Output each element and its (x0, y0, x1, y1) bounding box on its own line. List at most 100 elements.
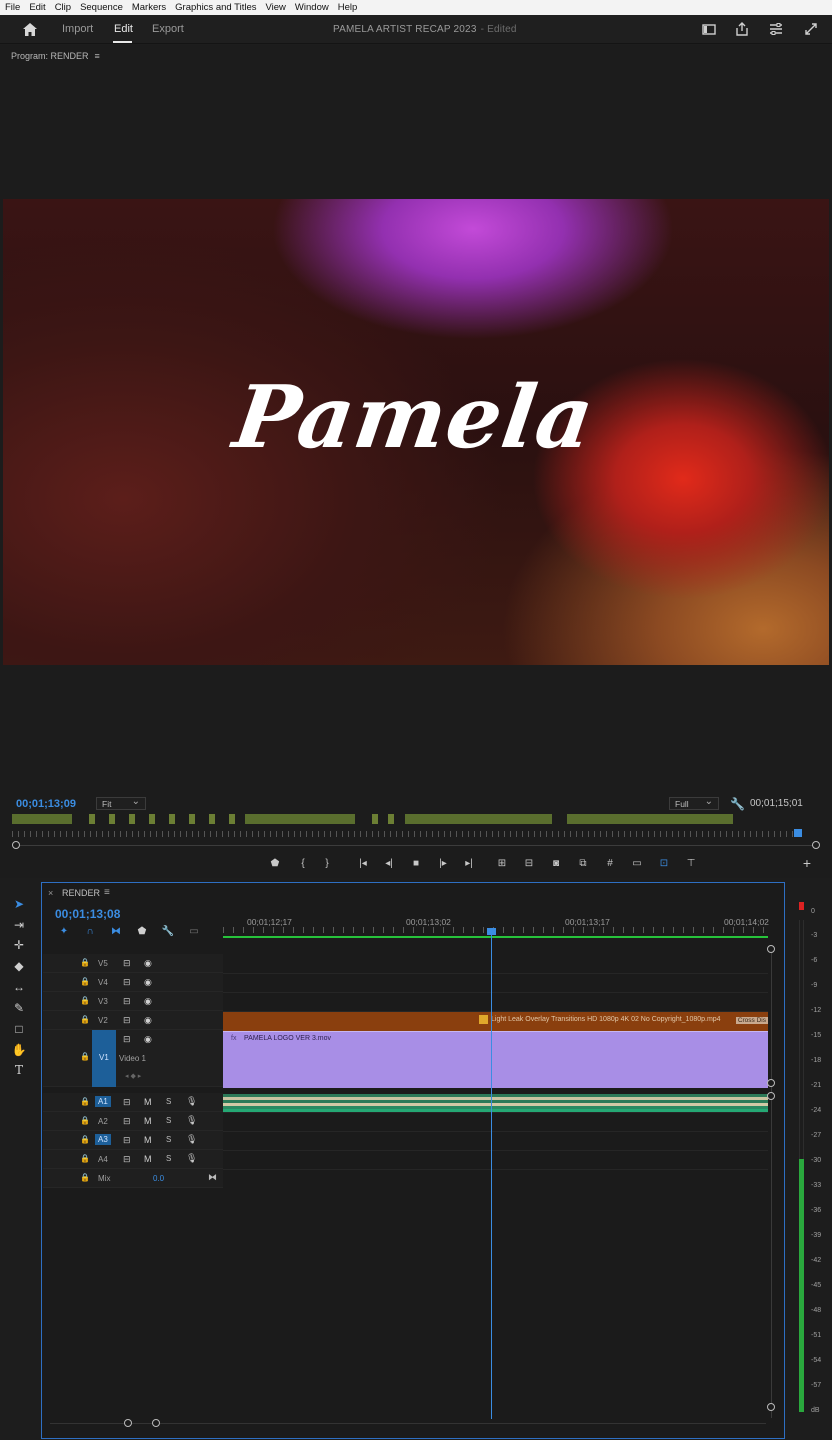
linked-selection-icon[interactable]: ⧓ (110, 925, 122, 937)
mute-button[interactable]: M (144, 1135, 152, 1145)
lock-icon[interactable]: 🔒 (80, 1116, 90, 1125)
lock-icon[interactable]: 🔒 (80, 1173, 90, 1182)
solo-button[interactable]: S (166, 1097, 171, 1106)
menu-window[interactable]: Window (295, 2, 329, 13)
sync-lock-icon[interactable]: ⊟ (123, 958, 131, 969)
solo-button[interactable]: S (166, 1116, 171, 1125)
mix-value[interactable]: 0.0 (153, 1174, 164, 1183)
mark-out-icon[interactable]: } (319, 856, 335, 870)
insert-icon[interactable]: ⊞ (494, 856, 510, 870)
track-header-a2[interactable]: 🔒 A2 ⊟ M S 🎙 (43, 1112, 223, 1131)
stop-icon[interactable]: ■ (408, 856, 424, 870)
sequence-tab[interactable]: RENDER (62, 888, 100, 898)
marker-range[interactable] (245, 814, 355, 824)
fullscreen-icon[interactable] (803, 22, 819, 36)
marker-range[interactable] (12, 814, 72, 824)
timeline-clip-area[interactable]: Light Leak Overlay Transitions HD 1080p … (223, 954, 768, 1394)
lock-icon[interactable]: 🔒 (80, 958, 90, 967)
transition-cross-dissolve[interactable]: Cross Dis (735, 1017, 768, 1024)
marker[interactable] (372, 814, 378, 824)
clip-indicator[interactable] (799, 902, 804, 910)
slip-tool-icon[interactable]: ↔ (11, 979, 27, 995)
solo-button[interactable]: S (166, 1135, 171, 1144)
eye-icon[interactable]: ◉ (144, 1015, 152, 1026)
monitor-playhead[interactable] (794, 829, 802, 837)
marker[interactable] (109, 814, 115, 824)
sync-lock-icon[interactable]: ⊟ (123, 1034, 131, 1045)
track-header-mix[interactable]: 🔒 Mix 0.0 ⧓ (43, 1169, 223, 1188)
sync-lock-icon[interactable]: ⊟ (123, 1015, 131, 1026)
ripple-edit-tool-icon[interactable]: ✛ (11, 937, 27, 953)
sync-lock-icon[interactable]: ⊟ (123, 996, 131, 1007)
step-back-icon[interactable]: ◂| (381, 856, 397, 870)
hscroll-handle[interactable] (124, 1419, 132, 1427)
work-area-bar[interactable] (223, 936, 768, 938)
safe-margins-icon[interactable]: # (602, 856, 618, 870)
clip-pamela-logo[interactable]: fx PAMELA LOGO VER 3.mov (223, 1031, 768, 1088)
panel-icon[interactable] (701, 22, 717, 36)
hscroll-handle[interactable] (152, 1419, 160, 1427)
marker[interactable] (149, 814, 155, 824)
lock-icon[interactable]: 🔒 (80, 1015, 90, 1024)
wrench-icon[interactable]: 🔧 (730, 797, 745, 811)
proxy-icon[interactable]: ⊡ (656, 856, 672, 870)
scroll-handle-left[interactable] (12, 841, 20, 849)
lock-icon[interactable]: 🔒 (80, 1097, 90, 1106)
marker[interactable] (209, 814, 215, 824)
type-tool-icon[interactable]: T (11, 1062, 27, 1078)
step-forward-icon[interactable]: |▸ (435, 856, 451, 870)
home-icon[interactable] (22, 22, 38, 37)
menu-edit[interactable]: Edit (29, 2, 45, 13)
clip-audio-a1[interactable] (223, 1094, 768, 1112)
marker[interactable] (89, 814, 95, 824)
menu-graphics-and-titles[interactable]: Graphics and Titles (175, 2, 256, 13)
add-button[interactable]: + (799, 855, 815, 871)
lock-icon[interactable]: 🔒 (80, 977, 90, 986)
program-panel-title[interactable]: Program: RENDER ≡ (11, 51, 100, 61)
add-marker-icon[interactable]: ⬟ (136, 925, 148, 937)
eye-icon[interactable]: ◉ (144, 958, 152, 969)
overwrite-icon[interactable]: ⊟ (521, 856, 537, 870)
menu-view[interactable]: View (266, 2, 286, 13)
sync-lock-icon[interactable]: ⊟ (123, 977, 131, 988)
track-select-tool-icon[interactable]: ⇥ (11, 917, 27, 933)
menu-file[interactable]: File (5, 2, 20, 13)
eye-icon[interactable]: ◉ (144, 1034, 152, 1045)
track-header-a1[interactable]: 🔒 A1 ⊟ M S 🎙 (43, 1093, 223, 1112)
timeline-playhead[interactable] (491, 933, 492, 1419)
razor-tool-icon[interactable]: ◆ (11, 958, 27, 974)
sync-lock-icon[interactable]: ⊟ (123, 1097, 131, 1108)
panel-menu-icon[interactable]: ≡ (95, 51, 100, 61)
solo-button[interactable]: S (166, 1154, 171, 1163)
track-header-v5[interactable]: 🔒 V5 ⊟ ◉ (43, 954, 223, 973)
menu-sequence[interactable]: Sequence (80, 2, 123, 13)
marker[interactable] (189, 814, 195, 824)
lock-icon[interactable]: 🔒 (80, 1135, 90, 1144)
microphone-icon[interactable]: 🎙 (186, 1134, 197, 1145)
mute-button[interactable]: M (144, 1154, 152, 1164)
pen-tool-icon[interactable]: ✎ (11, 1000, 27, 1016)
zoom-select[interactable]: Fit (96, 796, 146, 810)
marker[interactable] (169, 814, 175, 824)
microphone-icon[interactable]: 🎙 (186, 1115, 197, 1126)
marker[interactable] (129, 814, 135, 824)
captions-icon[interactable]: ▭ (188, 925, 200, 937)
vscroll-handle[interactable] (767, 1092, 775, 1100)
timeline-menu-icon[interactable]: ≡ (104, 887, 110, 898)
microphone-icon[interactable]: 🎙 (186, 1153, 197, 1164)
go-to-end-icon[interactable]: ⧓ (208, 1172, 217, 1183)
marker-icon[interactable]: ⬟ (267, 856, 283, 870)
export-frame-icon[interactable]: ◙ (548, 856, 564, 870)
vscroll-handle[interactable] (767, 1403, 775, 1411)
sync-lock-icon[interactable]: ⊟ (123, 1135, 131, 1146)
keyframe-nav-icon[interactable]: ◂ ◆ ▸ (125, 1072, 141, 1080)
tab-export[interactable]: Export (152, 23, 184, 35)
playhead-timecode[interactable]: 00;01;13;09 (16, 798, 76, 810)
selection-tool-icon[interactable]: ➤ (11, 896, 27, 912)
lock-icon[interactable]: 🔒 (80, 1052, 90, 1061)
clip-light-leak[interactable]: Light Leak Overlay Transitions HD 1080p … (223, 1012, 768, 1031)
track-header-v2[interactable]: 🔒 V2 ⊟ ◉ (43, 1011, 223, 1030)
rectangle-tool-icon[interactable]: □ (11, 1021, 27, 1037)
track-header-v3[interactable]: 🔒 V3 ⊟ ◉ (43, 992, 223, 1011)
nest-icon[interactable]: ✦ (58, 925, 70, 937)
